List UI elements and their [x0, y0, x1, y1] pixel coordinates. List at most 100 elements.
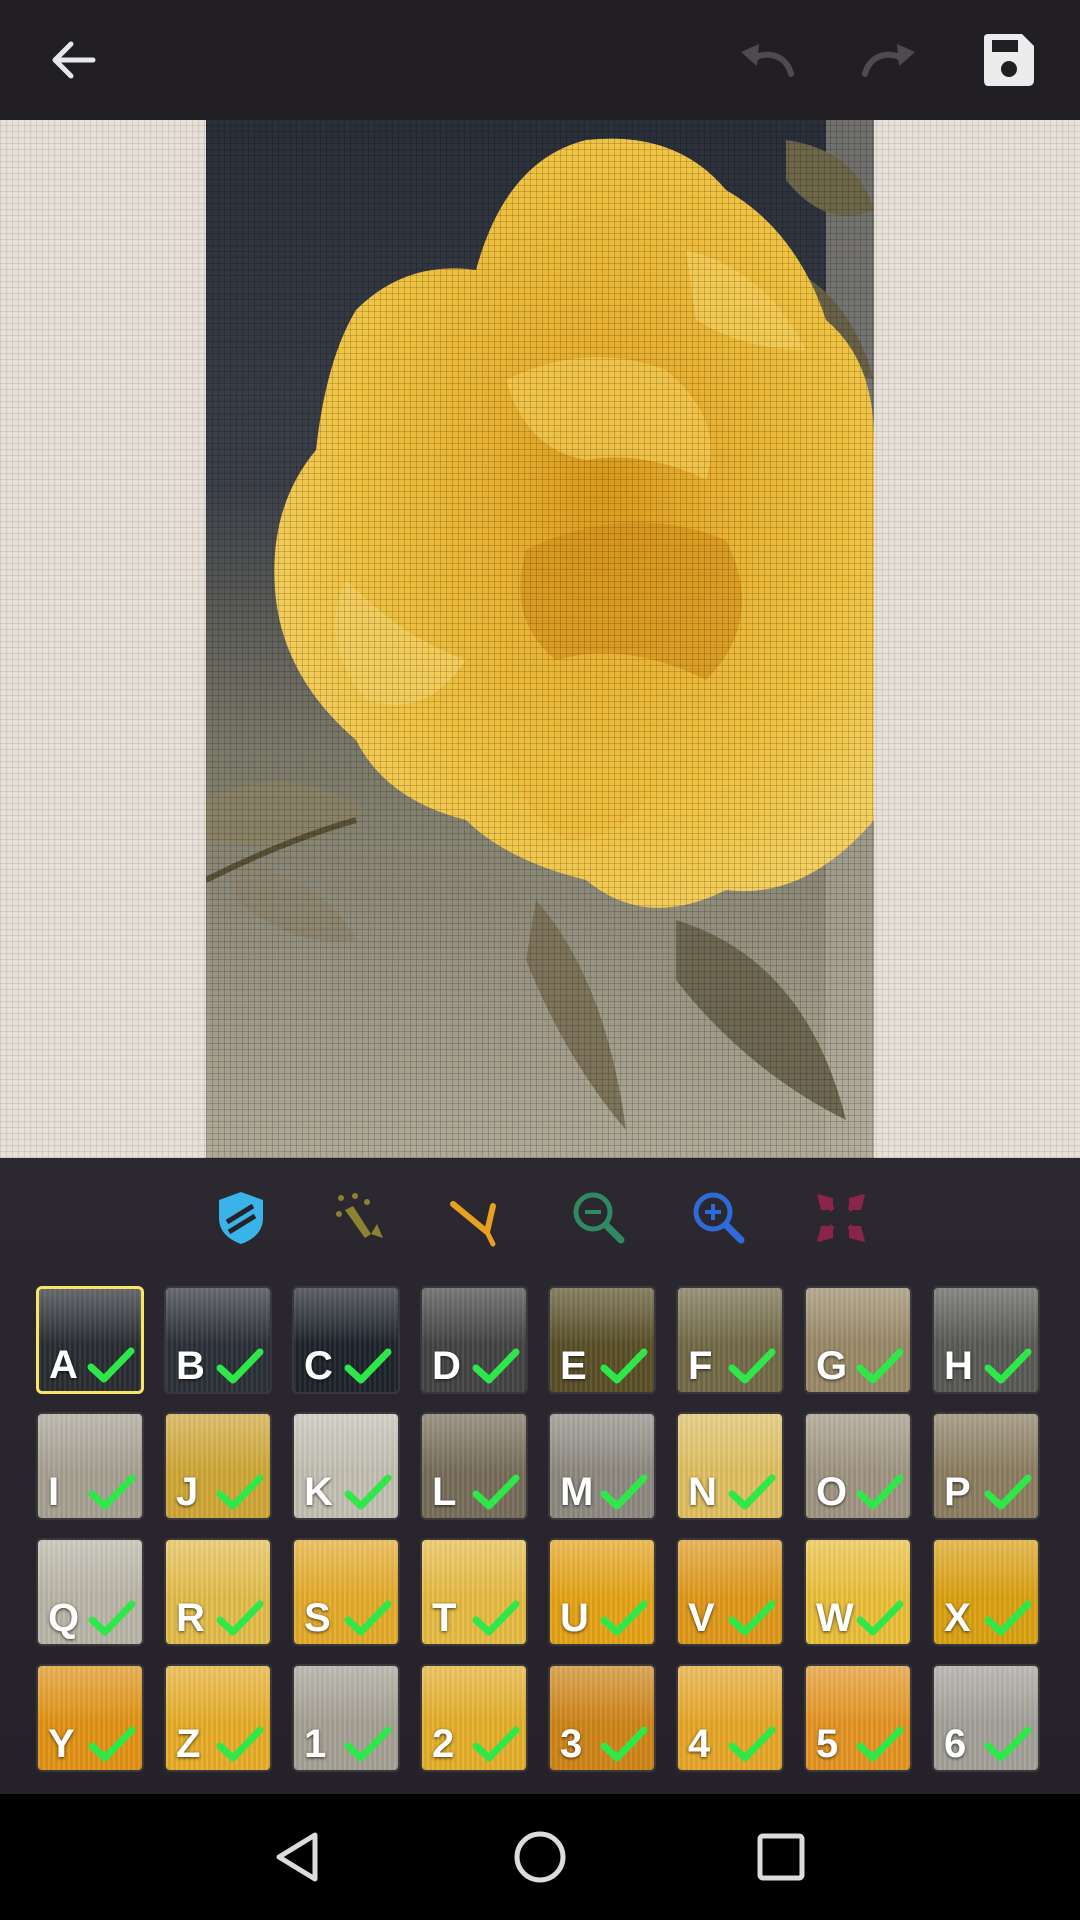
swatch-label: 6 [944, 1722, 967, 1766]
floppy-save-icon [984, 34, 1034, 86]
checkmark-icon [728, 1348, 776, 1384]
fit-screen-tool[interactable] [808, 1185, 874, 1251]
swatch-label: W [816, 1596, 854, 1640]
color-swatch[interactable]: 2 [420, 1664, 528, 1772]
checkmark-icon [728, 1600, 776, 1636]
swatch-label: K [304, 1470, 333, 1514]
swatch-highlight [806, 1288, 910, 1346]
back-button[interactable] [33, 20, 113, 100]
nav-home-circle-icon [514, 1831, 566, 1883]
checkmark-icon [88, 1600, 136, 1636]
color-swatch[interactable]: G [804, 1286, 912, 1394]
swatch-label: I [48, 1470, 60, 1514]
checkmark-icon [472, 1726, 520, 1762]
color-swatch[interactable]: C [292, 1286, 400, 1394]
zoom-out-icon [573, 1192, 625, 1244]
color-swatch[interactable]: X [932, 1538, 1040, 1646]
checkmark-icon [216, 1726, 264, 1762]
swatch-highlight [678, 1540, 782, 1598]
swatch-label: 4 [688, 1722, 711, 1766]
swatch-highlight [550, 1540, 654, 1598]
swatch-highlight [422, 1540, 526, 1598]
nav-recents-button[interactable] [746, 1822, 816, 1892]
undo-button[interactable] [728, 20, 808, 100]
swatch-label: D [432, 1344, 461, 1388]
sparkle-wand-icon [336, 1193, 383, 1238]
system-nav-bar [0, 1794, 1080, 1920]
color-swatch[interactable]: M [548, 1412, 656, 1520]
swatch-label: L [432, 1470, 457, 1514]
swatch-highlight [294, 1288, 398, 1346]
cross-stitch-artwork[interactable] [206, 120, 874, 1158]
color-swatch[interactable]: H [932, 1286, 1040, 1394]
swatch-label: N [688, 1470, 717, 1514]
save-button[interactable] [968, 20, 1048, 100]
checkmark-icon [984, 1726, 1032, 1762]
checkmark-icon [472, 1474, 520, 1510]
color-swatch[interactable]: I [36, 1412, 144, 1520]
color-swatch[interactable]: K [292, 1412, 400, 1520]
swatch-highlight [934, 1288, 1038, 1346]
checkmark-icon [600, 1600, 648, 1636]
shield-icon [219, 1192, 263, 1244]
swatch-highlight [166, 1666, 270, 1724]
color-swatch[interactable]: B [164, 1286, 272, 1394]
swatch-label: U [560, 1596, 589, 1640]
color-swatch[interactable]: R [164, 1538, 272, 1646]
swatch-label: V [688, 1596, 715, 1640]
color-swatch[interactable]: 4 [676, 1664, 784, 1772]
color-swatch[interactable]: Q [36, 1538, 144, 1646]
checkmark-icon [728, 1474, 776, 1510]
top-app-bar [0, 0, 1080, 120]
color-swatch[interactable]: W [804, 1538, 912, 1646]
color-swatch[interactable]: T [420, 1538, 528, 1646]
color-swatch[interactable]: Z [164, 1664, 272, 1772]
swatch-highlight [678, 1414, 782, 1472]
color-swatch[interactable]: E [548, 1286, 656, 1394]
color-swatch[interactable]: U [548, 1538, 656, 1646]
swatch-label: Z [176, 1722, 201, 1766]
color-swatch[interactable]: A [36, 1286, 144, 1394]
color-swatch[interactable]: J [164, 1412, 272, 1520]
swatch-label: C [304, 1344, 333, 1388]
color-swatch[interactable]: 6 [932, 1664, 1040, 1772]
zoom-out-tool[interactable] [566, 1185, 632, 1251]
nav-home-button[interactable] [505, 1822, 575, 1892]
swatch-label: G [816, 1344, 848, 1388]
zoom-in-tool[interactable] [686, 1185, 752, 1251]
swatch-highlight [38, 1414, 142, 1472]
checkmark-icon [88, 1474, 136, 1510]
checkmark-icon [472, 1600, 520, 1636]
swatch-highlight [166, 1414, 270, 1472]
swatch-highlight [422, 1414, 526, 1472]
magic-wand-tool[interactable] [328, 1185, 394, 1251]
color-swatch[interactable]: S [292, 1538, 400, 1646]
swatch-highlight [166, 1288, 270, 1346]
checkmark-icon [344, 1600, 392, 1636]
color-swatch[interactable]: O [804, 1412, 912, 1520]
color-swatch[interactable]: V [676, 1538, 784, 1646]
swatch-highlight [806, 1666, 910, 1724]
color-swatch[interactable]: 1 [292, 1664, 400, 1772]
swatch-highlight [422, 1288, 526, 1346]
color-swatch[interactable]: F [676, 1286, 784, 1394]
arrow-left-icon [52, 41, 96, 79]
color-swatch[interactable]: 5 [804, 1664, 912, 1772]
needle-tool[interactable] [444, 1185, 510, 1251]
color-swatch[interactable]: N [676, 1412, 784, 1520]
stitch-canvas[interactable] [0, 120, 1080, 1158]
checkmark-icon [344, 1348, 392, 1384]
nav-recents-square-icon [757, 1833, 805, 1881]
color-swatch[interactable]: L [420, 1412, 528, 1520]
redo-button[interactable] [848, 20, 928, 100]
swatch-highlight [934, 1666, 1038, 1724]
color-swatch[interactable]: Y [36, 1664, 144, 1772]
checkmark-icon [600, 1726, 648, 1762]
tool-panel: A B C D E F G H I J K L M N O P Q R S T U V W X Y Z 1 2 3 4 5 6 [0, 1158, 1080, 1794]
swatch-label: J [176, 1470, 199, 1514]
nav-back-button[interactable] [264, 1822, 334, 1892]
color-swatch[interactable]: D [420, 1286, 528, 1394]
color-swatch[interactable]: 3 [548, 1664, 656, 1772]
color-swatch[interactable]: P [932, 1412, 1040, 1520]
shield-tool[interactable] [208, 1185, 274, 1251]
